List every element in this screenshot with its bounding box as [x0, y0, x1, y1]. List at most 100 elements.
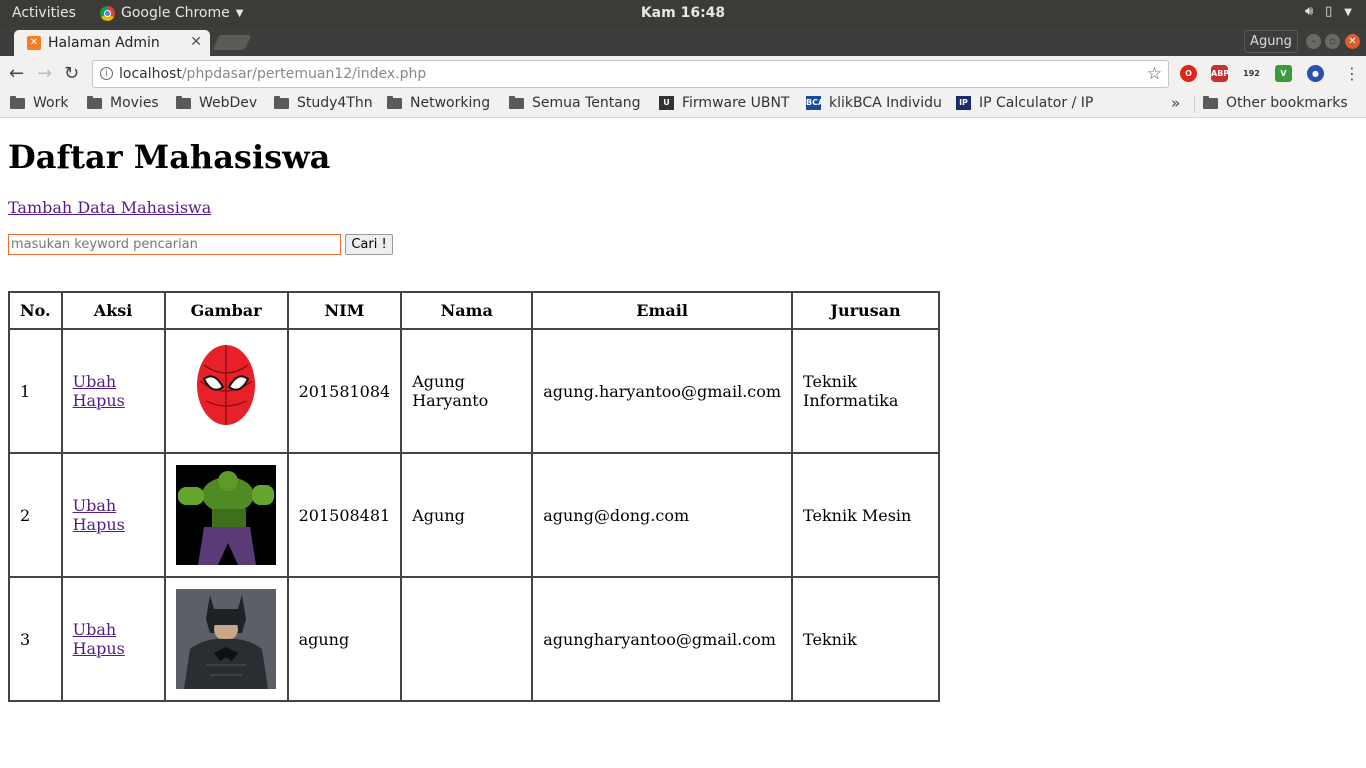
bookmark-divider: [1194, 96, 1195, 113]
bookmark-ip-calculator[interactable]: IP IP Calculator / IP: [956, 95, 1093, 111]
minimize-icon[interactable]: –: [1306, 34, 1321, 49]
bca-icon: BCA: [806, 96, 824, 110]
header-email: Email: [531, 291, 794, 330]
maximize-icon[interactable]: ▫: [1325, 34, 1340, 49]
tab-title: Halaman Admin: [48, 35, 160, 51]
globe-extension-icon[interactable]: ●: [1307, 65, 1324, 82]
url-text: localhost/phpdasar/pertemuan12/index.php: [119, 66, 426, 82]
bookmark-label: Other bookmarks: [1226, 95, 1348, 111]
close-tab-icon[interactable]: ✕: [190, 34, 202, 50]
system-tray[interactable]: 🔊︎ ▯ ▼: [1305, 4, 1352, 21]
bookmarks-bar: Work Movies WebDev Study4Thn Networking …: [0, 92, 1366, 118]
cell-email: agung@dong.com: [531, 452, 794, 578]
clock[interactable]: Kam 16:48: [0, 5, 1366, 21]
cell-actions: Ubah Hapus: [60, 328, 166, 454]
ip-extension-icon[interactable]: 192: [1243, 65, 1260, 82]
page-title: Daftar Mahasiswa: [8, 138, 331, 176]
adblock-plus-icon[interactable]: ABP: [1211, 65, 1229, 82]
battery-icon: ▯: [1325, 4, 1333, 19]
cell-no: 2: [8, 452, 63, 578]
bookmark-star-icon[interactable]: ☆: [1147, 64, 1162, 84]
cell-nim: 201581084: [286, 328, 403, 454]
tab-halaman-admin[interactable]: ✕ Halaman Admin ✕: [14, 30, 210, 56]
bookmark-firmware-ubnt[interactable]: U Firmware UBNT: [659, 95, 790, 111]
reload-icon[interactable]: ↻: [64, 63, 79, 84]
cell-image: [163, 452, 289, 578]
folder-icon: [10, 95, 25, 109]
bookmark-label: Firmware UBNT: [682, 95, 790, 111]
delete-link[interactable]: Hapus: [73, 391, 125, 410]
ubnt-icon: U: [659, 96, 674, 110]
url-host: localhost: [119, 66, 182, 82]
profile-button[interactable]: Agung: [1244, 30, 1298, 53]
table-row: 1 Ubah Hapus 201581084 Agung Haryanto ag…: [8, 328, 941, 454]
info-icon[interactable]: i: [100, 67, 113, 80]
bookmark-webdev[interactable]: WebDev: [176, 95, 257, 111]
folder-icon: [509, 95, 524, 109]
header-nama: Nama: [400, 291, 534, 330]
delete-link[interactable]: Hapus: [73, 515, 125, 534]
volume-icon: 🔊︎: [1304, 4, 1314, 19]
vue-devtools-icon[interactable]: V: [1275, 65, 1292, 82]
edit-link[interactable]: Ubah: [73, 372, 117, 391]
caret-down-icon: ▼: [1344, 7, 1352, 18]
student-table: No. Aksi Gambar NIM Nama Email Jurusan 1…: [8, 291, 941, 702]
folder-icon: [274, 95, 289, 109]
opera-extension-icon[interactable]: O: [1180, 65, 1197, 82]
cell-jurusan: Teknik Informatika: [791, 328, 941, 454]
search-button[interactable]: Cari !: [345, 234, 393, 255]
cell-nama: [400, 576, 534, 702]
bookmark-movies[interactable]: Movies: [87, 95, 159, 111]
cell-image: [163, 328, 289, 454]
header-nim: NIM: [286, 291, 403, 330]
edit-link[interactable]: Ubah: [73, 620, 117, 639]
bookmark-semua-tentang[interactable]: Semua Tentang: [509, 95, 641, 111]
header-jurusan: Jurusan: [791, 291, 941, 330]
edit-link[interactable]: Ubah: [73, 496, 117, 515]
bookmark-klikbca[interactable]: BCA klikBCA Individu: [806, 95, 942, 111]
folder-icon: [176, 95, 191, 109]
bookmark-work[interactable]: Work: [10, 95, 68, 111]
cell-no: 3: [8, 576, 63, 702]
bookmark-label: klikBCA Individu: [829, 95, 942, 111]
cell-nim: 201508481: [286, 452, 403, 578]
spiderman-mask-image: [176, 341, 277, 441]
page-content: Daftar Mahasiswa Tambah Data Mahasiswa C…: [0, 118, 1366, 768]
menu-icon[interactable]: ⋮: [1344, 64, 1360, 83]
address-bar[interactable]: i localhost/phpdasar/pertemuan12/index.p…: [92, 60, 1169, 88]
bookmark-label: Work: [33, 95, 69, 111]
close-window-icon[interactable]: ✕: [1345, 34, 1360, 49]
ip-icon: IP: [956, 96, 971, 110]
cell-nim: agung: [286, 576, 403, 702]
url-path: /phpdasar/pertemuan12/index.php: [181, 66, 427, 82]
cell-email: agungharyantoo@gmail.com: [531, 576, 794, 702]
cell-email: agung.haryantoo@gmail.com: [531, 328, 794, 454]
cell-image: [163, 576, 289, 702]
table-row: 3 Ubah Hapus agung agungharyantoo@gmail.…: [8, 576, 941, 702]
bookmark-study4thn[interactable]: Study4Thn: [274, 95, 373, 111]
cell-jurusan: Teknik: [791, 576, 941, 702]
cell-actions: Ubah Hapus: [60, 452, 166, 578]
bookmark-label: IP Calculator / IP: [979, 95, 1094, 111]
xampp-icon: ✕: [27, 36, 41, 50]
bookmark-label: Movies: [110, 95, 159, 111]
table-row: 2 Ubah Hapus 201508481 Agung agung@dong.…: [8, 452, 941, 578]
back-arrow-icon[interactable]: ←: [9, 63, 24, 84]
cell-nama: Agung Haryanto: [400, 328, 534, 454]
search-input[interactable]: [8, 234, 341, 255]
folder-icon: [87, 95, 102, 109]
folder-icon: [387, 95, 402, 109]
cell-nama: Agung: [400, 452, 534, 578]
header-aksi: Aksi: [60, 291, 166, 330]
cell-jurusan: Teknik Mesin: [791, 452, 941, 578]
batman-image: [176, 589, 277, 689]
bookmark-networking[interactable]: Networking: [387, 95, 490, 111]
more-bookmarks-chevron[interactable]: »: [1171, 94, 1180, 112]
bookmark-other[interactable]: Other bookmarks: [1203, 95, 1348, 111]
system-top-bar: Activities Google Chrome ▼ Kam 16:48 🔊︎ …: [0, 0, 1366, 27]
bookmark-label: Study4Thn: [297, 95, 373, 111]
add-student-link[interactable]: Tambah Data Mahasiswa: [8, 198, 211, 217]
forward-arrow-icon[interactable]: →: [37, 63, 52, 84]
bookmark-label: Networking: [410, 95, 491, 111]
delete-link[interactable]: Hapus: [73, 639, 125, 658]
